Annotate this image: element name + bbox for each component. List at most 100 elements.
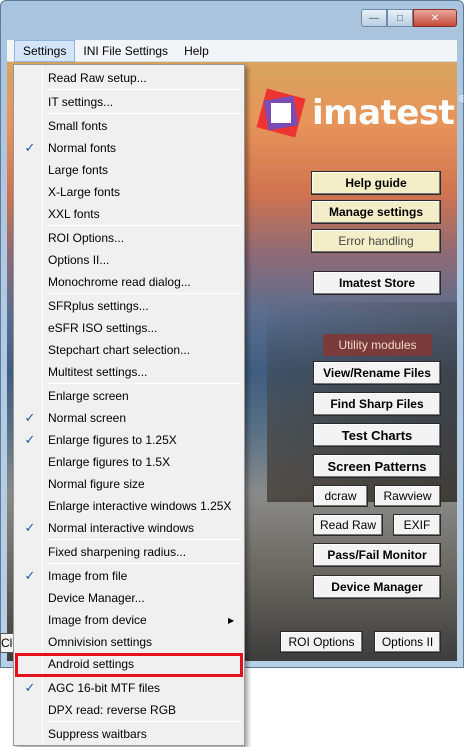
dcraw-button[interactable]: dcraw xyxy=(313,485,368,507)
device-manager-button[interactable]: Device Manager xyxy=(313,575,441,599)
menu-item-label: XXL fonts xyxy=(48,207,100,221)
menu-item-label: Enlarge interactive windows 1.25X xyxy=(48,499,232,513)
menu-item-esfr-iso-settings[interactable]: eSFR ISO settings... xyxy=(16,317,242,339)
menu-item-label: X-Large fonts xyxy=(48,185,121,199)
menu-ini-file-settings[interactable]: INI File Settings xyxy=(75,41,176,61)
menu-item-small-fonts[interactable]: Small fonts xyxy=(16,115,242,137)
menu-settings[interactable]: Settings xyxy=(14,39,76,62)
menu-item-roi-options[interactable]: ROI Options... xyxy=(16,227,242,249)
read-raw-button[interactable]: Read Raw xyxy=(313,514,383,536)
menu-item-label: DPX read: reverse RGB xyxy=(48,703,177,717)
checkmark-icon: ✓ xyxy=(24,520,36,535)
menu-item-label: Enlarge figures to 1.25X xyxy=(48,433,177,447)
submenu-arrow-icon: ▶ xyxy=(228,615,235,625)
menu-separator xyxy=(46,563,242,564)
rawview-button[interactable]: Rawview xyxy=(374,485,441,507)
imatest-store-button[interactable]: Imatest Store xyxy=(313,271,441,295)
menu-item-monochrome-read-dialog[interactable]: Monochrome read dialog... xyxy=(16,271,242,293)
settings-dropdown-menu: Read Raw setup... IT settings... Small fon… xyxy=(13,64,245,746)
menu-item-stepchart-chart-selection[interactable]: Stepchart chart selection... xyxy=(16,339,242,361)
android-settings-highlight-box xyxy=(15,653,243,677)
menu-item-label: Large fonts xyxy=(48,163,109,177)
help-guide-button[interactable]: Help guide xyxy=(311,171,441,195)
menu-item-label: Options II... xyxy=(48,253,110,267)
checkmark-icon: ✓ xyxy=(24,410,36,425)
imatest-logo: imatest ® xyxy=(256,88,464,138)
menu-item-options-ii[interactable]: Options II... xyxy=(16,249,242,271)
find-sharp-files-button[interactable]: Find Sharp Files xyxy=(313,392,441,416)
test-charts-button[interactable]: Test Charts xyxy=(313,423,441,447)
menu-item-label: SFRplus settings... xyxy=(48,299,149,313)
menu-item-normal-screen[interactable]: ✓ Normal screen xyxy=(16,407,242,429)
menu-item-label: Normal figure size xyxy=(48,477,145,491)
menu-item-label: Monochrome read dialog... xyxy=(48,275,191,289)
menu-item-label: Fixed sharpening radius... xyxy=(48,545,187,559)
menu-item-it-settings[interactable]: IT settings... xyxy=(16,91,242,113)
options-ii-button[interactable]: Options II xyxy=(374,631,441,653)
window-controls: — □ ✕ xyxy=(361,9,457,27)
menu-item-x-large-fonts[interactable]: X-Large fonts xyxy=(16,181,242,203)
checkmark-icon: ✓ xyxy=(24,140,36,155)
menu-item-image-from-file[interactable]: ✓ Image from file xyxy=(16,565,242,587)
logo-text: imatest xyxy=(312,93,455,133)
menu-item-image-from-device[interactable]: Image from device ▶ xyxy=(16,609,242,631)
menu-item-omnivision-settings[interactable]: Omnivision settings xyxy=(16,631,242,653)
maximize-button[interactable]: □ xyxy=(387,9,413,27)
menu-item-suppress-waitbars[interactable]: Suppress waitbars xyxy=(16,723,242,745)
menu-separator xyxy=(46,539,242,540)
menu-item-label: Enlarge figures to 1.5X xyxy=(48,455,171,469)
menu-item-label: Image from file xyxy=(48,569,128,583)
menu-item-label: Normal fonts xyxy=(48,141,117,155)
menu-item-read-raw-setup[interactable]: Read Raw setup... xyxy=(16,67,242,89)
minimize-button[interactable]: — xyxy=(361,9,387,27)
menu-item-enlarge-figures-125x[interactable]: ✓ Enlarge figures to 1.25X xyxy=(16,429,242,451)
menu-item-label: Omnivision settings xyxy=(48,635,153,649)
menu-item-large-fonts[interactable]: Large fonts xyxy=(16,159,242,181)
menu-item-xxl-fonts[interactable]: XXL fonts xyxy=(16,203,242,225)
utility-modules-label: Utility modules xyxy=(323,334,432,356)
menu-separator xyxy=(46,383,242,384)
menu-item-label: Normal screen xyxy=(48,411,127,425)
error-handling-button[interactable]: Error handling xyxy=(311,229,441,253)
partially-hidden-button[interactable]: Clo xyxy=(0,633,14,653)
checkmark-icon: ✓ xyxy=(24,680,36,695)
menu-item-enlarge-figures-15x[interactable]: Enlarge figures to 1.5X xyxy=(16,451,242,473)
menu-item-agc-16bit-mtf-files[interactable]: ✓ AGC 16-bit MTF files xyxy=(16,677,242,699)
menu-separator xyxy=(46,721,242,722)
menu-item-label: AGC 16-bit MTF files xyxy=(48,681,161,695)
menu-item-enlarge-interactive-windows-125x[interactable]: Enlarge interactive windows 1.25X xyxy=(16,495,242,517)
registered-mark: ® xyxy=(458,94,464,105)
menu-item-label: Stepchart chart selection... xyxy=(48,343,191,357)
menu-separator xyxy=(46,225,242,226)
menu-item-dpx-read-reverse-rgb[interactable]: DPX read: reverse RGB xyxy=(16,699,242,721)
view-rename-files-button[interactable]: View/Rename Files xyxy=(313,361,441,385)
menu-item-label: IT settings... xyxy=(48,95,114,109)
menu-item-label: Suppress waitbars xyxy=(48,727,147,741)
menu-separator xyxy=(46,89,242,90)
menu-item-label: Image from device xyxy=(48,613,147,627)
menu-item-label: Enlarge screen xyxy=(48,389,129,403)
menu-item-fixed-sharpening-radius[interactable]: Fixed sharpening radius... xyxy=(16,541,242,563)
screen-patterns-button[interactable]: Screen Patterns xyxy=(313,454,441,478)
menu-help[interactable]: Help xyxy=(176,41,217,61)
menu-item-label: Normal interactive windows xyxy=(48,521,195,535)
menu-item-normal-interactive-windows[interactable]: ✓ Normal interactive windows xyxy=(16,517,242,539)
roi-options-button[interactable]: ROI Options xyxy=(280,631,363,653)
menu-item-label: Multitest settings... xyxy=(48,365,148,379)
menu-item-normal-figure-size[interactable]: Normal figure size xyxy=(16,473,242,495)
logo-mark-icon xyxy=(256,88,306,138)
menu-bar: Settings INI File Settings Help xyxy=(7,39,457,62)
menu-item-sfrplus-settings[interactable]: SFRplus settings... xyxy=(16,295,242,317)
menu-item-normal-fonts[interactable]: ✓ Normal fonts xyxy=(16,137,242,159)
menu-item-multitest-settings[interactable]: Multitest settings... xyxy=(16,361,242,383)
manage-settings-button[interactable]: Manage settings xyxy=(311,200,441,224)
menu-separator xyxy=(46,293,242,294)
menu-item-label: eSFR ISO settings... xyxy=(48,321,158,335)
menu-item-label: Device Manager... xyxy=(48,591,145,605)
menu-item-label: Read Raw setup... xyxy=(48,71,147,85)
pass-fail-monitor-button[interactable]: Pass/Fail Monitor xyxy=(313,543,441,567)
close-button[interactable]: ✕ xyxy=(413,9,457,27)
menu-item-device-manager[interactable]: Device Manager... xyxy=(16,587,242,609)
menu-item-enlarge-screen[interactable]: Enlarge screen xyxy=(16,385,242,407)
exif-button[interactable]: EXIF xyxy=(393,514,441,536)
